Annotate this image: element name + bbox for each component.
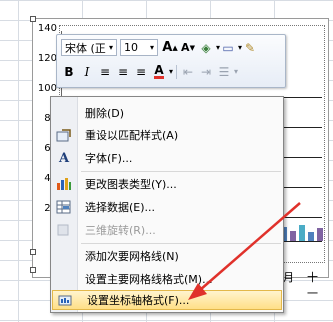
annotation-arrow bbox=[188, 202, 301, 300]
